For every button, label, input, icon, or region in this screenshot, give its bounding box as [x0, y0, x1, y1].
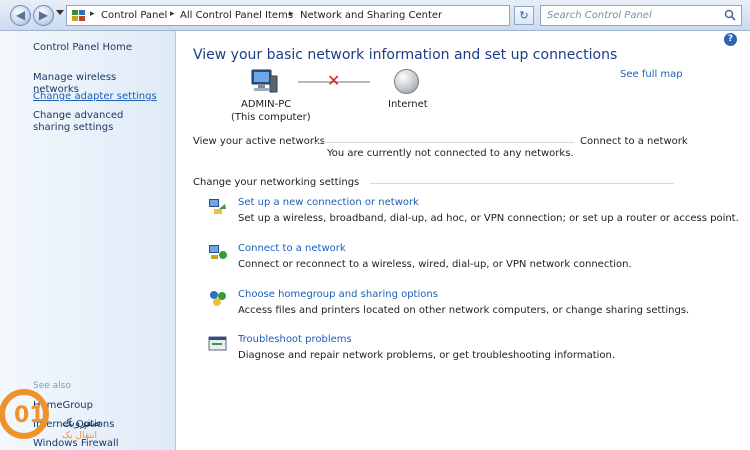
networking-settings-heading: Change your networking settings [193, 177, 360, 188]
search-icon[interactable] [724, 9, 736, 21]
breadcrumb-network-sharing[interactable]: Network and Sharing Center [300, 10, 442, 21]
internet-label: Internet [388, 99, 428, 110]
active-networks-heading: View your active networks [193, 136, 325, 147]
page-title: View your basic network information and … [193, 47, 618, 63]
address-bar: ◀ ▶ ▸ Control Panel ▸ All Control Panel … [0, 0, 750, 31]
watermark-text: صفروبک [62, 416, 102, 429]
new-connection-icon[interactable] [208, 197, 228, 215]
homegroup-sharing-link[interactable]: Choose homegroup and sharing options [238, 289, 438, 300]
connect-network-description: Connect or reconnect to a wireless, wire… [238, 259, 632, 270]
troubleshoot-description: Diagnose and repair network problems, or… [238, 350, 616, 361]
change-adapter-link[interactable]: Change adapter settings [33, 91, 163, 103]
computer-subtitle: (This computer) [231, 112, 311, 123]
computer-name: ADMIN-PC [241, 99, 292, 110]
watermark-subtext: انتقال یک [62, 431, 97, 441]
connect-network-icon[interactable] [208, 243, 228, 261]
chevron-right-icon[interactable]: ▸ [90, 9, 95, 19]
disconnected-x-icon[interactable]: ✕ [327, 72, 340, 90]
chevron-right-icon[interactable]: ▸ [170, 9, 175, 19]
search-placeholder: Search Control Panel [547, 10, 652, 21]
help-button[interactable]: ? [724, 33, 737, 46]
connect-network-task-link[interactable]: Connect to a network [238, 243, 346, 254]
breadcrumb-all-items[interactable]: All Control Panel Items [180, 10, 293, 21]
internet-globe-icon[interactable] [394, 69, 419, 94]
refresh-button[interactable]: ↻ [514, 6, 534, 25]
computer-icon [251, 69, 278, 93]
search-input[interactable]: Search Control Panel [540, 5, 742, 26]
setup-connection-link[interactable]: Set up a new connection or network [238, 197, 419, 208]
divider [312, 142, 574, 143]
control-panel-home-link[interactable]: Control Panel Home [33, 42, 163, 54]
breadcrumb[interactable]: ▸ Control Panel ▸ All Control Panel Item… [66, 5, 529, 26]
forward-button[interactable]: ▶ [33, 5, 54, 26]
setup-connection-description: Set up a wireless, broadband, dial-up, a… [238, 213, 739, 224]
svg-text:01: 01 [14, 403, 45, 428]
divider [370, 183, 674, 184]
recent-pages-dropdown-icon[interactable] [56, 10, 64, 15]
connect-to-network-link[interactable]: Connect to a network [580, 136, 688, 147]
troubleshoot-icon[interactable] [208, 335, 228, 353]
control-panel-icon [72, 10, 85, 21]
troubleshoot-link[interactable]: Troubleshoot problems [238, 334, 352, 345]
chevron-right-icon[interactable]: ▸ [289, 9, 294, 19]
back-button[interactable]: ◀ [10, 5, 31, 26]
homegroup-icon[interactable] [208, 289, 228, 307]
see-full-map-link[interactable]: See full map [620, 69, 683, 80]
breadcrumb-control-panel[interactable]: Control Panel [101, 10, 167, 21]
not-connected-message: You are currently not connected to any n… [327, 148, 574, 159]
change-advanced-sharing-link[interactable]: Change advanced sharing settings [33, 110, 163, 134]
homegroup-sharing-description: Access files and printers located on oth… [238, 305, 690, 316]
